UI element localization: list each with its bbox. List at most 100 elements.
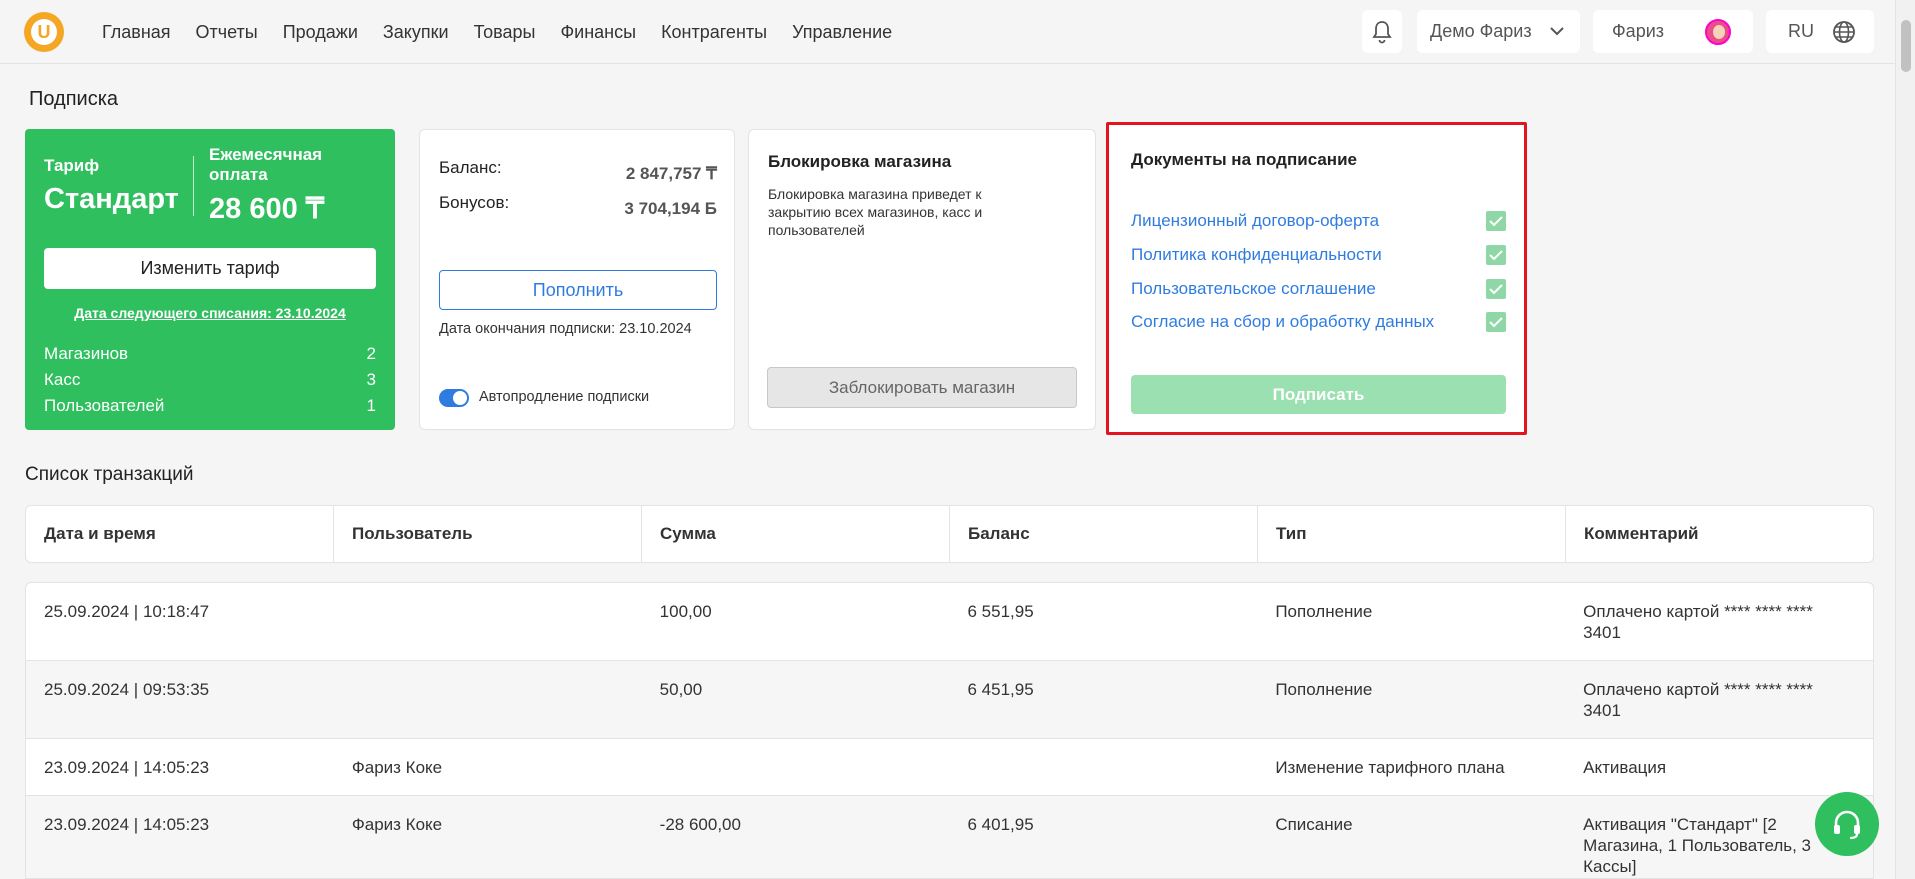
count-label: Магазинов bbox=[44, 344, 129, 363]
column-header[interactable]: Дата и время bbox=[26, 506, 334, 562]
chevron-down-icon bbox=[1550, 27, 1564, 36]
block-title: Блокировка магазина bbox=[768, 152, 952, 171]
bonus-value: 3 704,194 Б bbox=[624, 199, 717, 218]
nav-home[interactable]: Главная bbox=[102, 22, 171, 43]
column-header[interactable]: Пользователь bbox=[334, 506, 642, 562]
support-chat-button[interactable] bbox=[1815, 792, 1879, 856]
count-row-stores: Магазинов 2 bbox=[44, 341, 376, 367]
main-nav: Главная Отчеты Продажи Закупки Товары Фи… bbox=[102, 0, 892, 64]
table-row: 25.09.2024 | 09:53:35 50,00 6 451,95 Поп… bbox=[26, 661, 1873, 739]
cell-comment: Оплачено картой **** **** **** 3401 bbox=[1583, 602, 1813, 642]
topup-button[interactable]: Пополнить bbox=[439, 270, 717, 310]
column-header[interactable]: Тип bbox=[1258, 506, 1566, 562]
nav-purchases[interactable]: Закупки bbox=[383, 22, 449, 43]
sign-button[interactable]: Подписать bbox=[1131, 375, 1506, 414]
app-logo[interactable]: U bbox=[24, 12, 64, 52]
doc-checkbox[interactable] bbox=[1486, 312, 1506, 332]
tariff-label: Тариф bbox=[44, 156, 100, 175]
table-row: 23.09.2024 | 14:05:23 Фариз Коке -28 600… bbox=[26, 796, 1873, 878]
block-description: Блокировка магазина приведет к закрытию … bbox=[768, 186, 983, 238]
table-row: 25.09.2024 | 10:18:47 100,00 6 551,95 По… bbox=[26, 583, 1873, 661]
column-header[interactable]: Сумма bbox=[642, 506, 950, 562]
doc-item-privacy: Политика конфиденциальности bbox=[1131, 243, 1506, 267]
doc-checkbox[interactable] bbox=[1486, 211, 1506, 231]
cell-amount bbox=[642, 739, 950, 795]
cell-balance: 6 551,95 bbox=[967, 602, 1034, 621]
cell-type: Списание bbox=[1275, 815, 1353, 834]
doc-item-license: Лицензионный договор-оферта bbox=[1131, 209, 1506, 233]
cell-datetime: 23.09.2024 | 14:05:23 bbox=[44, 815, 210, 834]
cell-amount: 50,00 bbox=[659, 680, 703, 699]
count-value: 3 bbox=[366, 370, 376, 389]
user-name: Фариз bbox=[1612, 21, 1665, 41]
doc-checkbox[interactable] bbox=[1486, 245, 1506, 265]
balance-card: Баланс: 2 847,757 ₸ Бонусов: 3 704,194 Б П… bbox=[419, 129, 735, 430]
doc-item-data-consent: Согласие на сбор и обработку данных bbox=[1131, 310, 1506, 334]
transactions-table: 25.09.2024 | 10:18:47 100,00 6 551,95 По… bbox=[25, 582, 1874, 879]
check-icon bbox=[1489, 216, 1503, 227]
balance-label: Баланс: bbox=[439, 158, 502, 177]
tariff-card: Тариф Стандарт Ежемесячная оплата 28 600… bbox=[25, 129, 395, 430]
cell-balance bbox=[949, 739, 1257, 795]
balance-value: 2 847,757 ₸ bbox=[625, 164, 717, 183]
cell-user: Фариз Коке bbox=[351, 758, 443, 777]
nav-sales[interactable]: Продажи bbox=[283, 22, 358, 43]
transactions-title: Список транзакций bbox=[25, 464, 194, 485]
language-select[interactable]: RU bbox=[1766, 10, 1874, 53]
cell-type: Пополнение bbox=[1275, 680, 1373, 699]
next-charge-link[interactable]: Дата следующего списания: 23.10.2024 bbox=[25, 305, 395, 321]
count-row-users: Пользователей 1 bbox=[44, 393, 376, 419]
doc-link[interactable]: Лицензионный договор-оферта bbox=[1131, 211, 1379, 231]
cell-user bbox=[334, 583, 642, 660]
cell-user bbox=[334, 661, 642, 738]
check-icon bbox=[1489, 284, 1503, 295]
monthly-price: 28 600 ₸ bbox=[209, 193, 325, 225]
cell-amount: -28 600,00 bbox=[659, 815, 741, 834]
table-header: Дата и время Пользователь Сумма Баланс Т… bbox=[25, 505, 1874, 563]
count-value: 1 bbox=[366, 396, 376, 415]
doc-link[interactable]: Согласие на сбор и обработку данных bbox=[1131, 312, 1434, 332]
nav-finance[interactable]: Финансы bbox=[560, 22, 636, 43]
cell-datetime: 23.09.2024 | 14:05:23 bbox=[44, 758, 210, 777]
cell-balance: 6 451,95 bbox=[967, 680, 1034, 699]
check-icon bbox=[1489, 317, 1503, 328]
change-tariff-button[interactable]: Изменить тариф bbox=[44, 248, 376, 289]
page-scrollbar[interactable] bbox=[1895, 0, 1915, 879]
company-select[interactable]: Демо Фариз bbox=[1417, 10, 1580, 53]
cell-user: Фариз Коке bbox=[351, 815, 443, 834]
globe-icon bbox=[1833, 21, 1855, 43]
divider bbox=[193, 156, 194, 216]
notifications-button[interactable] bbox=[1362, 10, 1402, 53]
cell-datetime: 25.09.2024 | 10:18:47 bbox=[44, 602, 210, 621]
doc-link[interactable]: Политика конфиденциальности bbox=[1131, 245, 1382, 265]
count-value: 2 bbox=[366, 344, 376, 363]
block-store-button[interactable]: Заблокировать магазин bbox=[767, 367, 1077, 408]
cell-balance: 6 401,95 bbox=[967, 815, 1034, 834]
subscription-end-date: Дата окончания подписки: 23.10.2024 bbox=[439, 321, 692, 337]
doc-link[interactable]: Пользовательское соглашение bbox=[1131, 279, 1376, 299]
autorenew-toggle[interactable] bbox=[439, 389, 469, 407]
user-menu[interactable]: Фариз bbox=[1593, 10, 1753, 53]
top-header: U Главная Отчеты Продажи Закупки Товары … bbox=[0, 0, 1895, 64]
company-name: Демо Фариз bbox=[1430, 21, 1532, 41]
avatar bbox=[1705, 19, 1731, 45]
doc-checkbox[interactable] bbox=[1486, 279, 1506, 299]
documents-card: Документы на подписание Лицензионный дог… bbox=[1106, 122, 1527, 435]
tariff-counts: Магазинов 2 Касс 3 Пользователей 1 bbox=[44, 341, 376, 419]
language-code: RU bbox=[1788, 21, 1814, 41]
count-label: Касс bbox=[44, 370, 81, 389]
scrollbar-thumb[interactable] bbox=[1901, 20, 1911, 72]
block-store-card: Блокировка магазина Блокировка магазина … bbox=[748, 129, 1096, 430]
cell-comment: Активация bbox=[1583, 758, 1667, 777]
cell-type: Пополнение bbox=[1275, 602, 1373, 621]
column-header[interactable]: Комментарий bbox=[1566, 506, 1873, 562]
monthly-label: Ежемесячная оплата bbox=[209, 145, 323, 184]
column-header[interactable]: Баланс bbox=[950, 506, 1258, 562]
nav-management[interactable]: Управление bbox=[792, 22, 892, 43]
nav-products[interactable]: Товары bbox=[474, 22, 536, 43]
check-icon bbox=[1489, 250, 1503, 261]
count-label: Пользователей bbox=[44, 396, 165, 415]
nav-contractors[interactable]: Контрагенты bbox=[661, 22, 767, 43]
balance-row: Баланс: 2 847,757 ₸ bbox=[439, 158, 717, 184]
nav-reports[interactable]: Отчеты bbox=[196, 22, 258, 43]
